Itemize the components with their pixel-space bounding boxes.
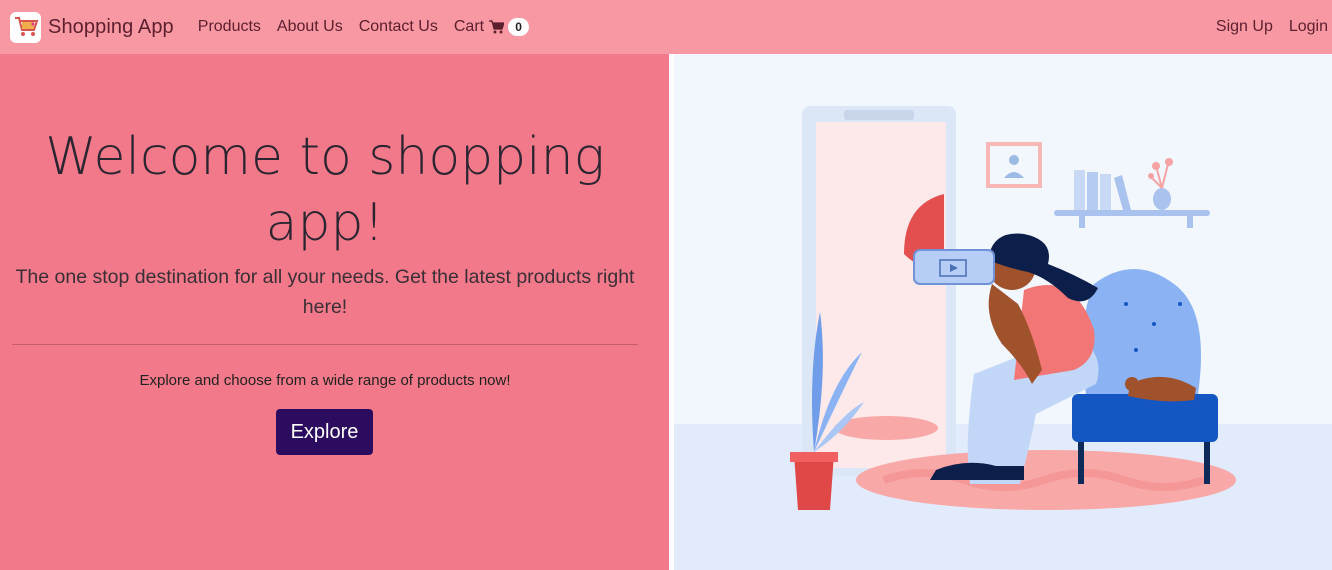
cart-icon: [489, 20, 505, 34]
hero-lead: Explore and choose from a wide range of …: [139, 372, 511, 389]
signup-link[interactable]: Sign Up: [1216, 18, 1273, 36]
hero-panel: Welcome to shopping app! The one stop de…: [0, 54, 669, 570]
cart-count-badge: 0: [508, 18, 530, 36]
online-shopping-illustration: [674, 54, 1332, 570]
explore-button[interactable]: Explore: [276, 409, 373, 455]
auth-links: Sign Up Login: [1200, 18, 1328, 36]
navbar: Shopping App Products About Us Contact U…: [0, 0, 1332, 54]
brand[interactable]: Shopping App: [10, 11, 174, 43]
shopping-cart-logo-icon: [10, 11, 41, 43]
nav-link-about-us[interactable]: About Us: [277, 18, 343, 36]
brand-name: Shopping App: [48, 15, 174, 38]
nav-link-cart[interactable]: Cart 0: [453, 18, 530, 36]
nav-link-contact-us[interactable]: Contact Us: [359, 18, 438, 36]
hero-divider: [12, 344, 638, 345]
cart-label: Cart: [453, 18, 485, 35]
login-link[interactable]: Login: [1289, 18, 1328, 36]
hero-illustration: [674, 54, 1332, 570]
hero-title: Welcome to shopping app!: [45, 127, 605, 253]
nav-link-products[interactable]: Products: [198, 18, 261, 36]
hero-subtitle: The one stop destination for all your ne…: [15, 266, 635, 318]
nav-links: Products About Us Contact Us Cart 0: [198, 18, 545, 36]
